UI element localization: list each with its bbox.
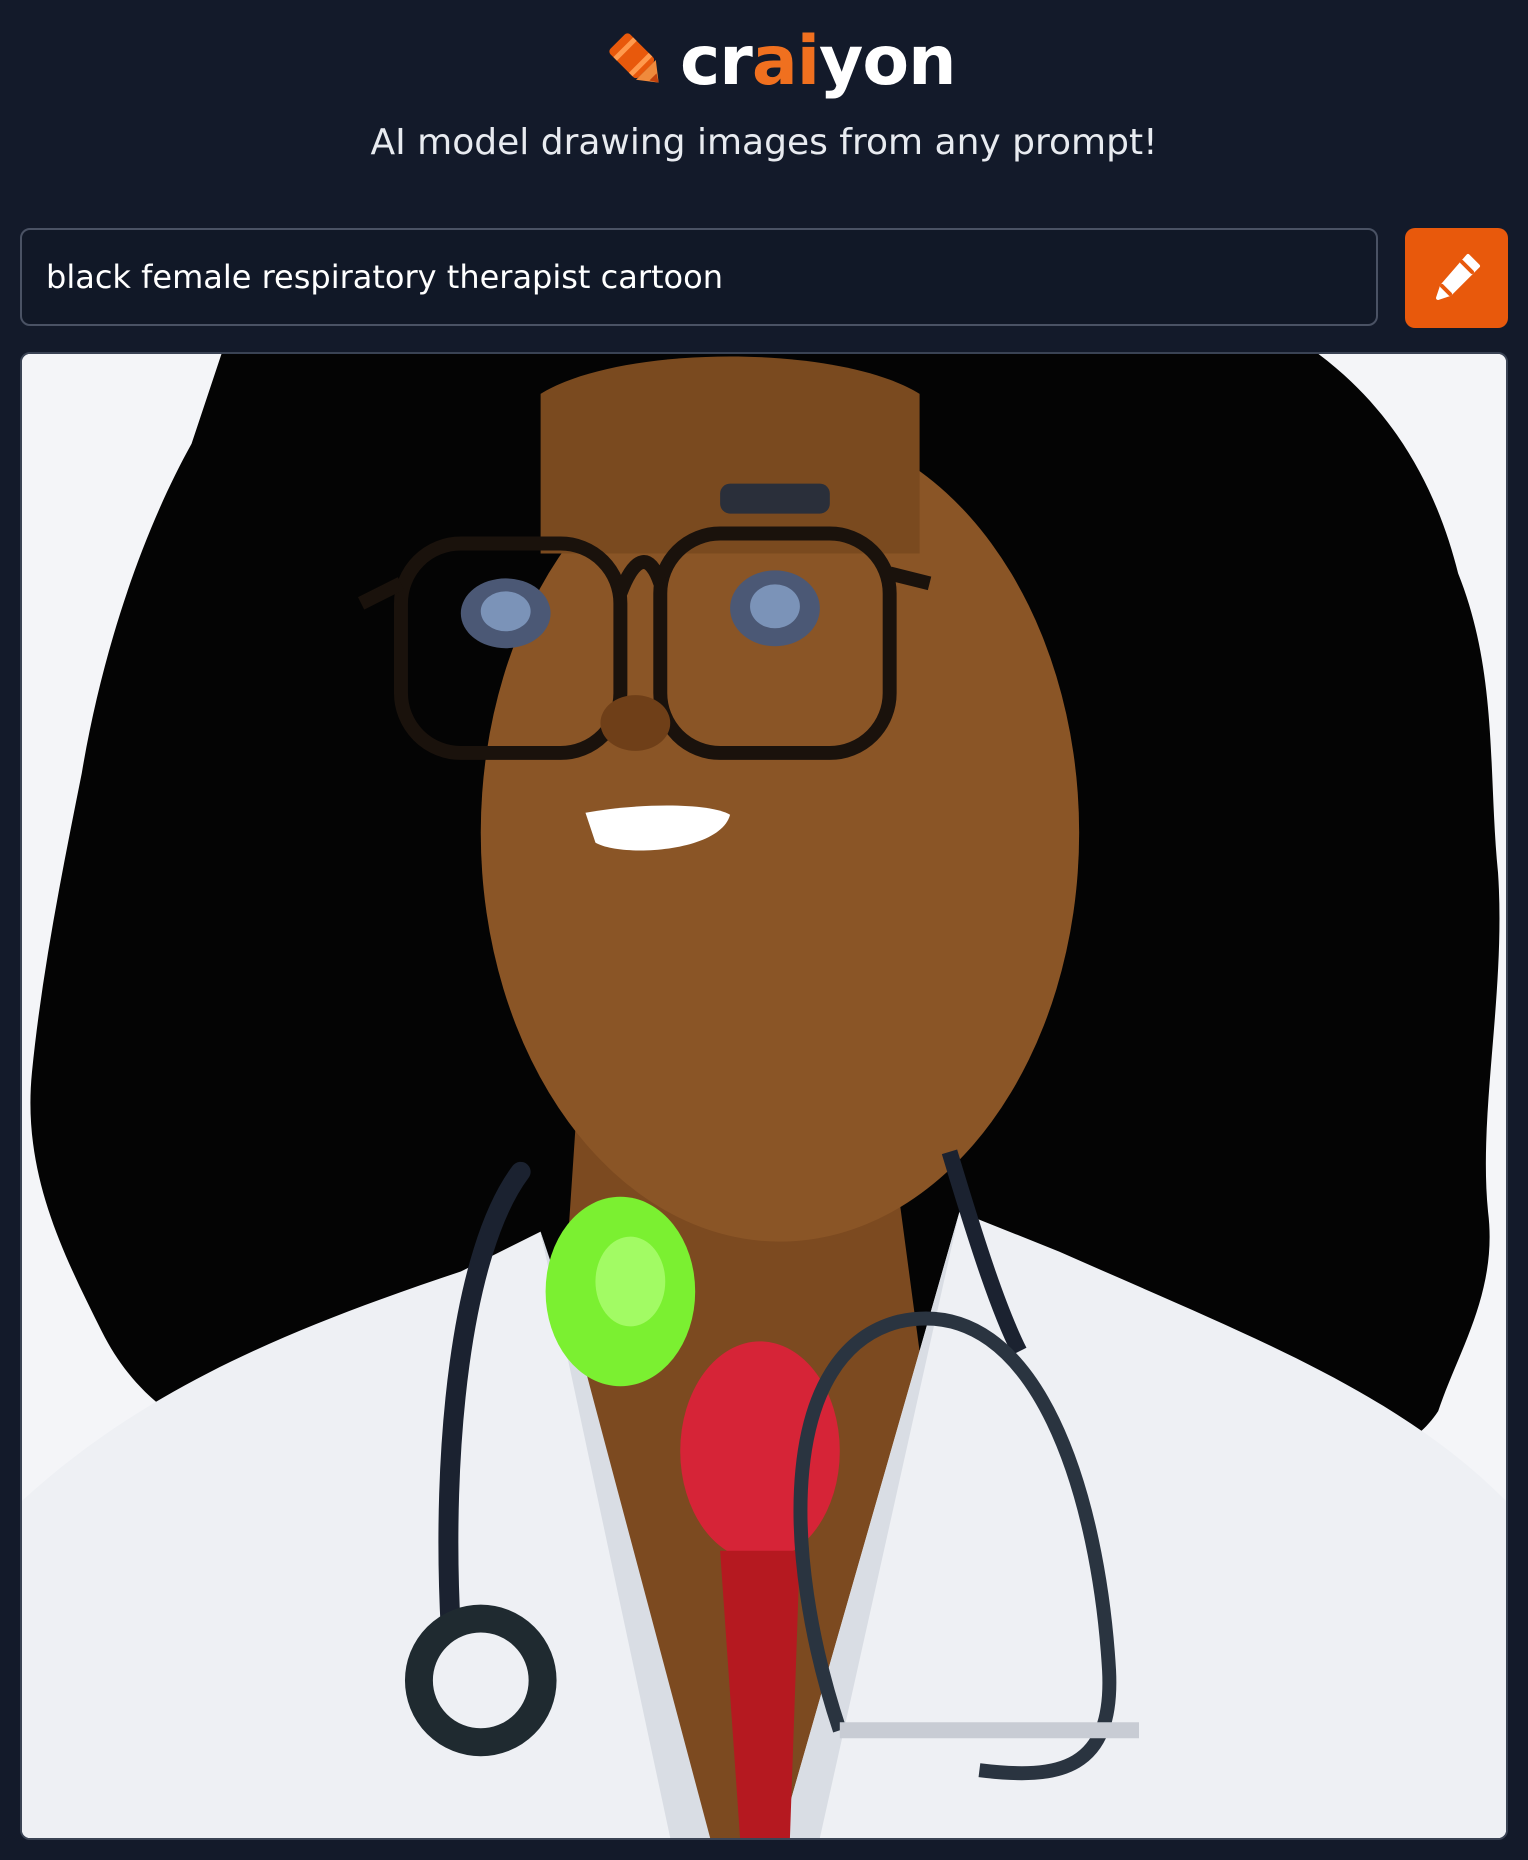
generated-image[interactable] bbox=[20, 352, 1508, 1840]
brand-suffix: yon bbox=[819, 22, 956, 101]
brand-ai: ai bbox=[751, 22, 820, 101]
pencil-icon bbox=[1428, 248, 1486, 309]
brand-name: craiyon bbox=[680, 22, 957, 102]
crayon-icon bbox=[600, 24, 672, 100]
logo[interactable]: craiyon bbox=[600, 22, 957, 102]
tagline: AI model drawing images from any prompt! bbox=[370, 122, 1158, 163]
craiyon-page: craiyon AI model drawing images from any… bbox=[0, 0, 1528, 1860]
brand-prefix: cr bbox=[680, 22, 753, 101]
draw-button[interactable] bbox=[1405, 228, 1508, 328]
prompt-input[interactable] bbox=[20, 228, 1378, 326]
